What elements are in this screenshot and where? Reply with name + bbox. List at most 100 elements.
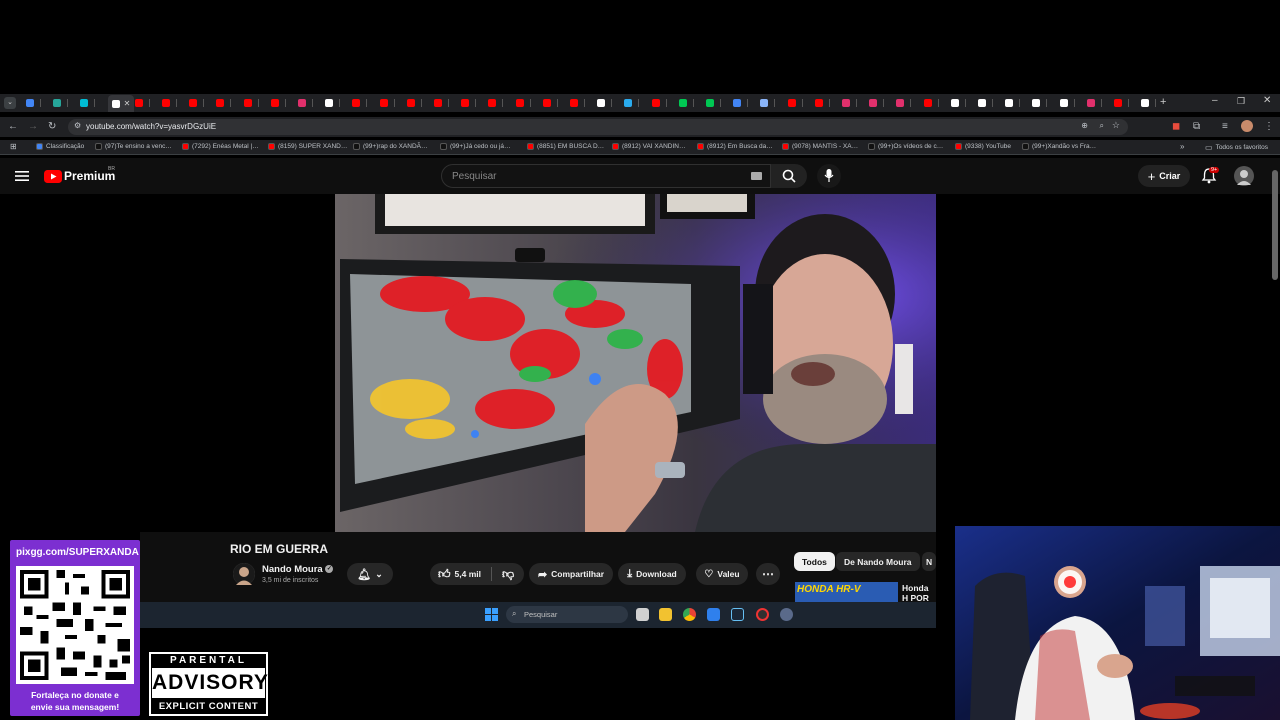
- browser-tab[interactable]: [379, 97, 402, 109]
- address-bar[interactable]: ⚙ youtube.com/watch?v=yasvrDGzUiE ⊕ ⌕ ☆: [68, 119, 1128, 135]
- browser-tab[interactable]: [53, 97, 75, 109]
- browser-tab[interactable]: [814, 97, 837, 109]
- browser-tab[interactable]: [1114, 97, 1136, 109]
- windows-start-icon[interactable]: [485, 608, 498, 621]
- browser-tab[interactable]: [1032, 97, 1054, 109]
- maximize-button[interactable]: ❐: [1237, 96, 1245, 107]
- site-info-icon[interactable]: ⚙: [74, 121, 81, 130]
- voice-search-button[interactable]: [817, 164, 841, 188]
- reload-icon[interactable]: ↻: [48, 121, 56, 133]
- browser-tab[interactable]: [162, 97, 184, 109]
- browser-tab[interactable]: [1059, 97, 1082, 109]
- chip-all[interactable]: Todos: [794, 552, 835, 571]
- bookmark-item[interactable]: (9338) YouTube: [955, 143, 1011, 150]
- chrome-icon[interactable]: [683, 608, 696, 621]
- create-button[interactable]: + Criar: [1138, 165, 1190, 187]
- bookmark-star-icon[interactable]: ☆: [1112, 120, 1120, 131]
- browser-tab[interactable]: [352, 97, 374, 109]
- browser-tab[interactable]: [26, 97, 48, 109]
- browser-tab[interactable]: [80, 97, 102, 109]
- browser-tab[interactable]: [733, 97, 755, 109]
- bookmark-item[interactable]: Classificação: [36, 143, 84, 150]
- browser-tab[interactable]: [1005, 97, 1027, 109]
- chip-next[interactable]: N: [922, 552, 936, 571]
- browser-tab[interactable]: ✕: [107, 95, 134, 112]
- tab-list-button[interactable]: ⌄: [4, 97, 26, 109]
- browser-tab[interactable]: [597, 97, 619, 109]
- browser-tab[interactable]: [488, 97, 510, 109]
- taskbar-search[interactable]: ⌕ Pesquisar: [506, 606, 628, 623]
- like-count[interactable]: 5,4 mil: [455, 569, 481, 579]
- zoom-icon-2[interactable]: ⌕: [1100, 121, 1104, 131]
- browser-tab[interactable]: [406, 97, 429, 109]
- file-explorer-icon[interactable]: [659, 608, 672, 621]
- close-window-button[interactable]: ✕: [1263, 95, 1271, 106]
- bookmark-item[interactable]: (8912) VAI XANDIN…: [612, 143, 685, 150]
- page-scrollbar[interactable]: [1272, 170, 1278, 280]
- extension-icon[interactable]: ◼: [1172, 121, 1180, 133]
- browser-tab[interactable]: [896, 97, 918, 109]
- bookmark-item[interactable]: (99+)Xandão vs Fra…: [1022, 143, 1096, 150]
- chip-from-channel[interactable]: De Nando Moura: [836, 552, 920, 571]
- task-view-icon[interactable]: [636, 608, 649, 621]
- steam-icon[interactable]: [731, 608, 744, 621]
- all-bookmarks-folder[interactable]: ▭ Todos os favoritos: [1205, 143, 1268, 152]
- dislike-icon[interactable]: 👎︎: [502, 567, 514, 582]
- account-avatar[interactable]: [1234, 166, 1254, 186]
- back-icon[interactable]: ←: [8, 121, 18, 133]
- search-button[interactable]: [771, 164, 807, 188]
- bookmark-item[interactable]: (99+)rap do XANDÃ…: [353, 143, 428, 150]
- app-icon-red[interactable]: [756, 608, 769, 621]
- browser-tab[interactable]: [842, 97, 864, 109]
- profile-avatar[interactable]: [1241, 120, 1253, 132]
- thanks-button[interactable]: ♡ Valeu: [696, 563, 748, 585]
- channel-avatar[interactable]: [233, 563, 255, 585]
- browser-tab[interactable]: [1086, 97, 1109, 109]
- browser-tab[interactable]: [515, 97, 538, 109]
- media-control-icon[interactable]: ≡: [1222, 121, 1228, 133]
- app-icon-blue[interactable]: [707, 608, 720, 621]
- browser-tab[interactable]: [624, 97, 646, 109]
- channel-name[interactable]: Nando Moura ✓: [262, 564, 334, 575]
- new-tab-button[interactable]: +: [1160, 96, 1166, 108]
- share-button[interactable]: ➦ Compartilhar: [529, 563, 613, 585]
- keyboard-icon[interactable]: [751, 172, 762, 180]
- browser-tab[interactable]: [243, 97, 266, 109]
- bookmark-item[interactable]: (99+)Já cedo ou já…: [440, 143, 511, 150]
- browser-tab[interactable]: [760, 97, 782, 109]
- browser-tab[interactable]: [189, 97, 211, 109]
- browser-tab[interactable]: [678, 97, 701, 109]
- minimize-button[interactable]: –: [1212, 95, 1218, 106]
- video-player[interactable]: [335, 194, 936, 532]
- browser-tab[interactable]: [216, 97, 238, 109]
- forward-icon[interactable]: →: [28, 121, 38, 133]
- browser-tab[interactable]: [869, 97, 891, 109]
- search-input[interactable]: Pesquisar: [441, 164, 771, 188]
- youtube-logo-icon[interactable]: [44, 170, 62, 183]
- bookmark-item[interactable]: (7292) Enéas Metal |…: [182, 143, 259, 150]
- menu-kebab-icon[interactable]: ⋮: [1264, 121, 1274, 133]
- download-button[interactable]: ⤓ Download: [618, 563, 686, 585]
- browser-tab[interactable]: [950, 97, 973, 109]
- browser-tab[interactable]: [706, 97, 728, 109]
- browser-tab[interactable]: [134, 97, 157, 109]
- more-actions-button[interactable]: ⋯: [756, 563, 780, 585]
- browser-tab[interactable]: [270, 97, 293, 109]
- subscribed-bell-button[interactable]: 🔔︎ ⌄: [347, 563, 393, 585]
- browser-tab[interactable]: [570, 97, 592, 109]
- browser-tab[interactable]: [651, 97, 674, 109]
- zoom-icon[interactable]: ⊕: [1081, 121, 1088, 130]
- bookmark-item[interactable]: (8159) SUPER XAND…: [268, 143, 347, 150]
- browser-tab[interactable]: [298, 97, 320, 109]
- browser-tab[interactable]: [787, 97, 810, 109]
- bookmark-item[interactable]: (99+)Os vídeos de c…: [868, 143, 943, 150]
- more-bookmarks-icon[interactable]: »: [1180, 142, 1184, 151]
- bookmark-item[interactable]: (97)Te ensino a venc…: [95, 143, 172, 150]
- bookmark-item[interactable]: (8912) Em Busca da…: [697, 143, 773, 150]
- browser-tab[interactable]: [542, 97, 565, 109]
- recommendation-thumbnail[interactable]: HONDA HR-V: [795, 582, 898, 602]
- close-tab-icon[interactable]: ✕: [124, 99, 131, 108]
- bookmark-item[interactable]: (8851) EM BUSCA D…: [527, 143, 604, 150]
- browser-tab[interactable]: [461, 97, 483, 109]
- apps-grid-icon[interactable]: ⊞: [10, 142, 17, 151]
